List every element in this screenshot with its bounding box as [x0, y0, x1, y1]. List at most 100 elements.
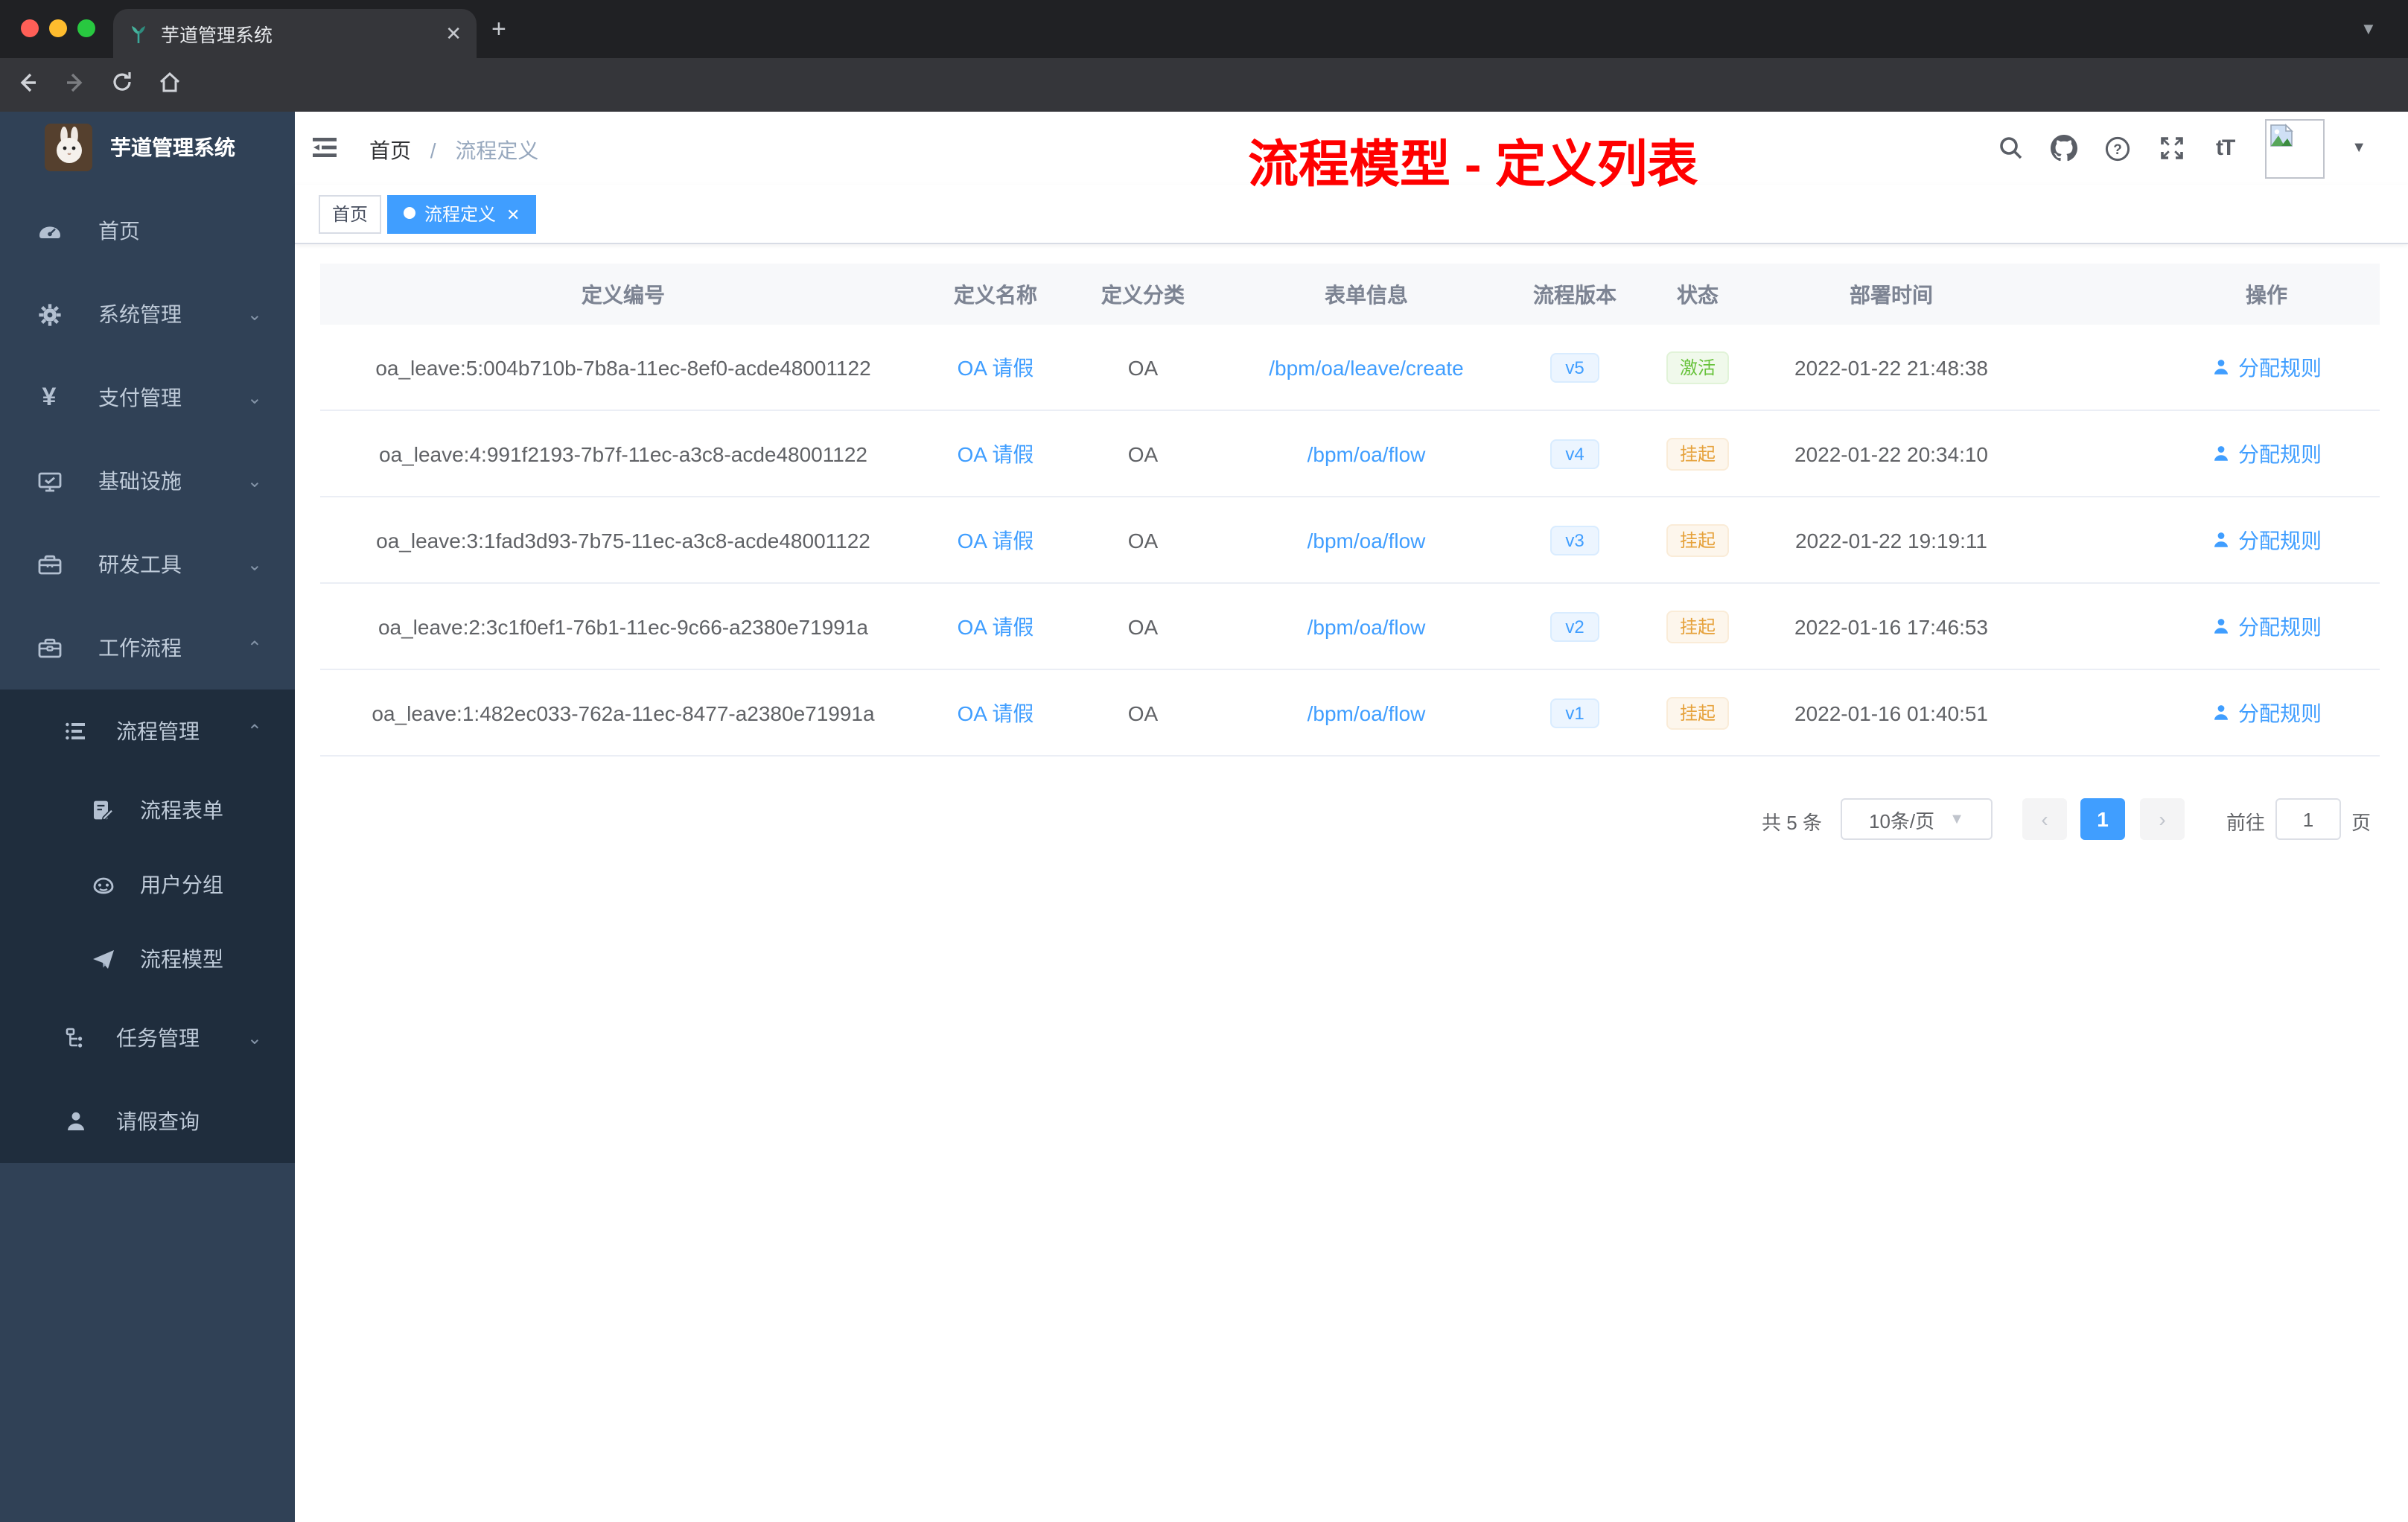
assign-rule-button[interactable]: 分配规则	[2153, 352, 2380, 382]
version-badge: v4	[1550, 439, 1599, 468]
column-header: 部署时间	[1850, 282, 1933, 306]
assign-rule-label: 分配规则	[2238, 701, 2322, 725]
current-page-button[interactable]: 1	[2080, 798, 2125, 840]
svg-text:?: ?	[2113, 141, 2122, 157]
assign-rule-button[interactable]: 分配规则	[2153, 439, 2380, 468]
form-link[interactable]: /bpm/oa/flow	[1221, 528, 1512, 552]
assign-rule-button[interactable]: 分配规则	[2153, 611, 2380, 641]
status-badge: 挂起	[1666, 523, 1729, 556]
browser-tab[interactable]: 芋道管理系统 ✕	[113, 9, 477, 58]
window-zoom-button[interactable]	[77, 19, 95, 37]
column-header: 定义编号	[582, 282, 665, 306]
form-link[interactable]: /bpm/oa/flow	[1221, 614, 1512, 638]
active-dot-icon	[404, 207, 415, 219]
sidebar-item-task-management[interactable]: 任务管理 ⌄	[0, 996, 295, 1080]
new-tab-button[interactable]: +	[491, 16, 506, 42]
app-root: 芋道管理系统 首页 系统管理 ⌄ ¥ 支付管理 ⌄ 基础设施 ⌄ 研发工具 ⌄ …	[0, 112, 2408, 1522]
sidebar-item-leave-query[interactable]: 请假查询	[0, 1080, 295, 1163]
sidebar-item-workflow[interactable]: 工作流程 ⌃	[0, 606, 295, 690]
deploy-time: 2022-01-16 01:40:51	[1794, 701, 1988, 725]
status-badge: 挂起	[1666, 610, 1729, 643]
sidebar-item-label: 流程模型	[140, 947, 223, 971]
reload-icon[interactable]	[110, 70, 140, 100]
assign-rule-button[interactable]: 分配规则	[2153, 525, 2380, 555]
deploy-time: 2022-01-16 17:46:53	[1794, 614, 1988, 638]
assign-rule-label: 分配规则	[2238, 528, 2322, 552]
version-badge: v3	[1550, 525, 1599, 555]
github-icon[interactable]	[2051, 135, 2078, 162]
pagination: 共 5 条 10条/页 ▼ ‹ 1 › 前往 1 页	[295, 789, 2408, 849]
breadcrumb-current: 流程定义	[455, 138, 539, 162]
sidebar-item-label: 首页	[98, 219, 140, 243]
tag-process-definition[interactable]: 流程定义 ✕	[387, 195, 537, 234]
version-badge: v2	[1550, 611, 1599, 641]
definition-id: oa_leave:3:1fad3d93-7b75-11ec-a3c8-acde4…	[376, 528, 870, 552]
table-row: oa_leave:2:3c1f0ef1-76b1-11ec-9c66-a2380…	[320, 584, 2380, 670]
page-size-select[interactable]: 10条/页 ▼	[1841, 798, 1993, 840]
column-header: 操作	[2246, 282, 2287, 306]
column-header: 定义名称	[954, 282, 1037, 306]
form-link[interactable]: /bpm/oa/leave/create	[1221, 355, 1512, 379]
definition-name-link[interactable]: OA 请假	[926, 352, 1065, 382]
window-close-button[interactable]	[21, 19, 39, 37]
logo-avatar	[45, 124, 92, 171]
briefcase-icon	[36, 634, 63, 661]
column-header: 表单信息	[1325, 282, 1408, 306]
fullscreen-icon[interactable]	[2158, 135, 2185, 162]
yen-icon: ¥	[42, 383, 57, 411]
definition-category: OA	[1127, 701, 1159, 725]
tab-close-icon[interactable]: ✕	[445, 22, 462, 45]
definition-category: OA	[1127, 442, 1159, 465]
definition-name-link[interactable]: OA 请假	[926, 525, 1065, 555]
browser-tab-strip: 芋道管理系统 ✕ + ▼	[0, 0, 2408, 58]
sidebar-item-process-model[interactable]: 流程模型	[0, 922, 295, 996]
next-page-button[interactable]: ›	[2140, 798, 2185, 840]
sidebar-toggle-icon[interactable]	[310, 133, 340, 162]
window-minimize-button[interactable]	[49, 19, 67, 37]
definition-name-link[interactable]: OA 请假	[926, 698, 1065, 727]
tag-home[interactable]: 首页	[319, 195, 382, 234]
screenshot-stage: 芋道管理系统 ✕ + ▼ ▲ 不安全 | dashboard.yudao.ioc…	[0, 0, 2408, 1522]
definition-id: oa_leave:5:004b710b-7b8a-11ec-8ef0-acde4…	[375, 355, 871, 379]
assign-rule-button[interactable]: 分配规则	[2153, 698, 2380, 727]
goto-page-input[interactable]: 1	[2275, 798, 2341, 840]
sidebar-item-infra[interactable]: 基础设施 ⌄	[0, 439, 295, 523]
avatar[interactable]	[2265, 118, 2325, 178]
form-link[interactable]: /bpm/oa/flow	[1221, 701, 1512, 725]
sidebar-item-system[interactable]: 系统管理 ⌄	[0, 273, 295, 356]
sidebar-item-process-form[interactable]: 流程表单	[0, 773, 295, 847]
breadcrumb-home[interactable]: 首页	[369, 138, 411, 162]
main-area: 首页 / 流程定义 流程模型 - 定义列表 ? tT ▼ 首页 流程定义 ✕ 定…	[295, 112, 2408, 1522]
workflow-submenu: 流程管理 ⌃ 流程表单 用户分组 流程模型 任务管理 ⌄ 请假查询	[0, 690, 295, 1163]
home-icon[interactable]	[158, 70, 188, 100]
tab-search-chevron-icon[interactable]: ▼	[2360, 21, 2377, 39]
chevron-down-icon: ⌄	[246, 554, 262, 575]
font-size-icon[interactable]: tT	[2211, 135, 2238, 162]
definition-table: 定义编号 定义名称 定义分类 表单信息 流程版本 状态 部署时间 操作 oa_l…	[320, 264, 2380, 757]
sidebar-item-payment[interactable]: ¥ 支付管理 ⌄	[0, 356, 295, 439]
definition-name-link[interactable]: OA 请假	[926, 611, 1065, 641]
avatar-caret-icon[interactable]: ▼	[2351, 140, 2366, 156]
sidebar-item-user-group[interactable]: 用户分组	[0, 847, 295, 922]
sidebar-logo[interactable]: 芋道管理系统	[0, 112, 295, 183]
definition-category: OA	[1127, 614, 1159, 638]
form-icon	[89, 797, 116, 824]
sidebar-item-devtools[interactable]: 研发工具 ⌄	[0, 523, 295, 606]
sidebar-item-label: 研发工具	[98, 553, 182, 576]
back-icon[interactable]	[15, 70, 45, 100]
form-link[interactable]: /bpm/oa/flow	[1221, 442, 1512, 465]
chevron-up-icon: ⌃	[246, 721, 262, 742]
assign-rule-label: 分配规则	[2238, 442, 2322, 465]
sidebar-item-process-management[interactable]: 流程管理 ⌃	[0, 690, 295, 773]
breadcrumb: 首页 / 流程定义	[369, 136, 538, 165]
help-icon[interactable]: ?	[2104, 135, 2131, 162]
search-icon[interactable]	[1997, 135, 2024, 162]
sidebar-item-label: 支付管理	[98, 386, 182, 410]
definition-name-link[interactable]: OA 请假	[926, 439, 1065, 468]
sidebar-item-home[interactable]: 首页	[0, 189, 295, 273]
favicon-plant-icon	[128, 23, 149, 44]
prev-page-button[interactable]: ‹	[2022, 798, 2067, 840]
forward-icon[interactable]	[63, 70, 92, 100]
robot-icon	[89, 871, 116, 898]
tag-close-icon[interactable]: ✕	[506, 207, 520, 225]
